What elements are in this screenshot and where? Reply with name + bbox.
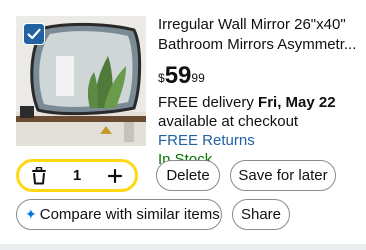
checkmark-icon — [27, 28, 41, 40]
increase-quantity-button[interactable] — [105, 166, 125, 186]
compare-label: Compare with similar items — [39, 206, 220, 223]
free-returns-link[interactable]: FREE Returns — [158, 131, 358, 150]
product-title[interactable]: Irregular Wall Mirror 26"x40" Bathroom M… — [158, 15, 358, 55]
compare-similar-button[interactable]: ✦ Compare with similar items — [16, 199, 222, 230]
delete-button[interactable]: Delete — [156, 160, 220, 191]
delivery-prefix: FREE delivery — [158, 94, 259, 111]
price-symbol: $ — [158, 71, 165, 85]
trash-icon — [32, 166, 46, 184]
product-info: Irregular Wall Mirror 26"x40" Bathroom M… — [158, 15, 358, 169]
delete-quantity-button[interactable] — [29, 166, 49, 186]
quantity-stepper: 1 — [16, 159, 138, 192]
delivery-date: Fri, May 22 — [258, 94, 336, 111]
save-for-later-button[interactable]: Save for later — [230, 160, 336, 191]
price-fraction: 99 — [191, 71, 205, 85]
cart-item-card: Irregular Wall Mirror 26"x40" Bathroom M… — [0, 0, 366, 244]
product-image[interactable] — [16, 16, 146, 146]
quantity-value: 1 — [72, 167, 82, 184]
price-whole: 59 — [164, 62, 192, 89]
card-separator — [0, 244, 366, 250]
select-item-checkbox[interactable] — [23, 23, 45, 45]
delivery-info: FREE delivery Fri, May 22 — [158, 93, 358, 112]
product-price: $5999 — [158, 63, 358, 89]
share-button[interactable]: Share — [232, 199, 290, 230]
plus-icon — [108, 168, 122, 183]
sparkle-icon: ✦ — [25, 206, 37, 222]
availability-text: available at checkout — [158, 113, 299, 130]
